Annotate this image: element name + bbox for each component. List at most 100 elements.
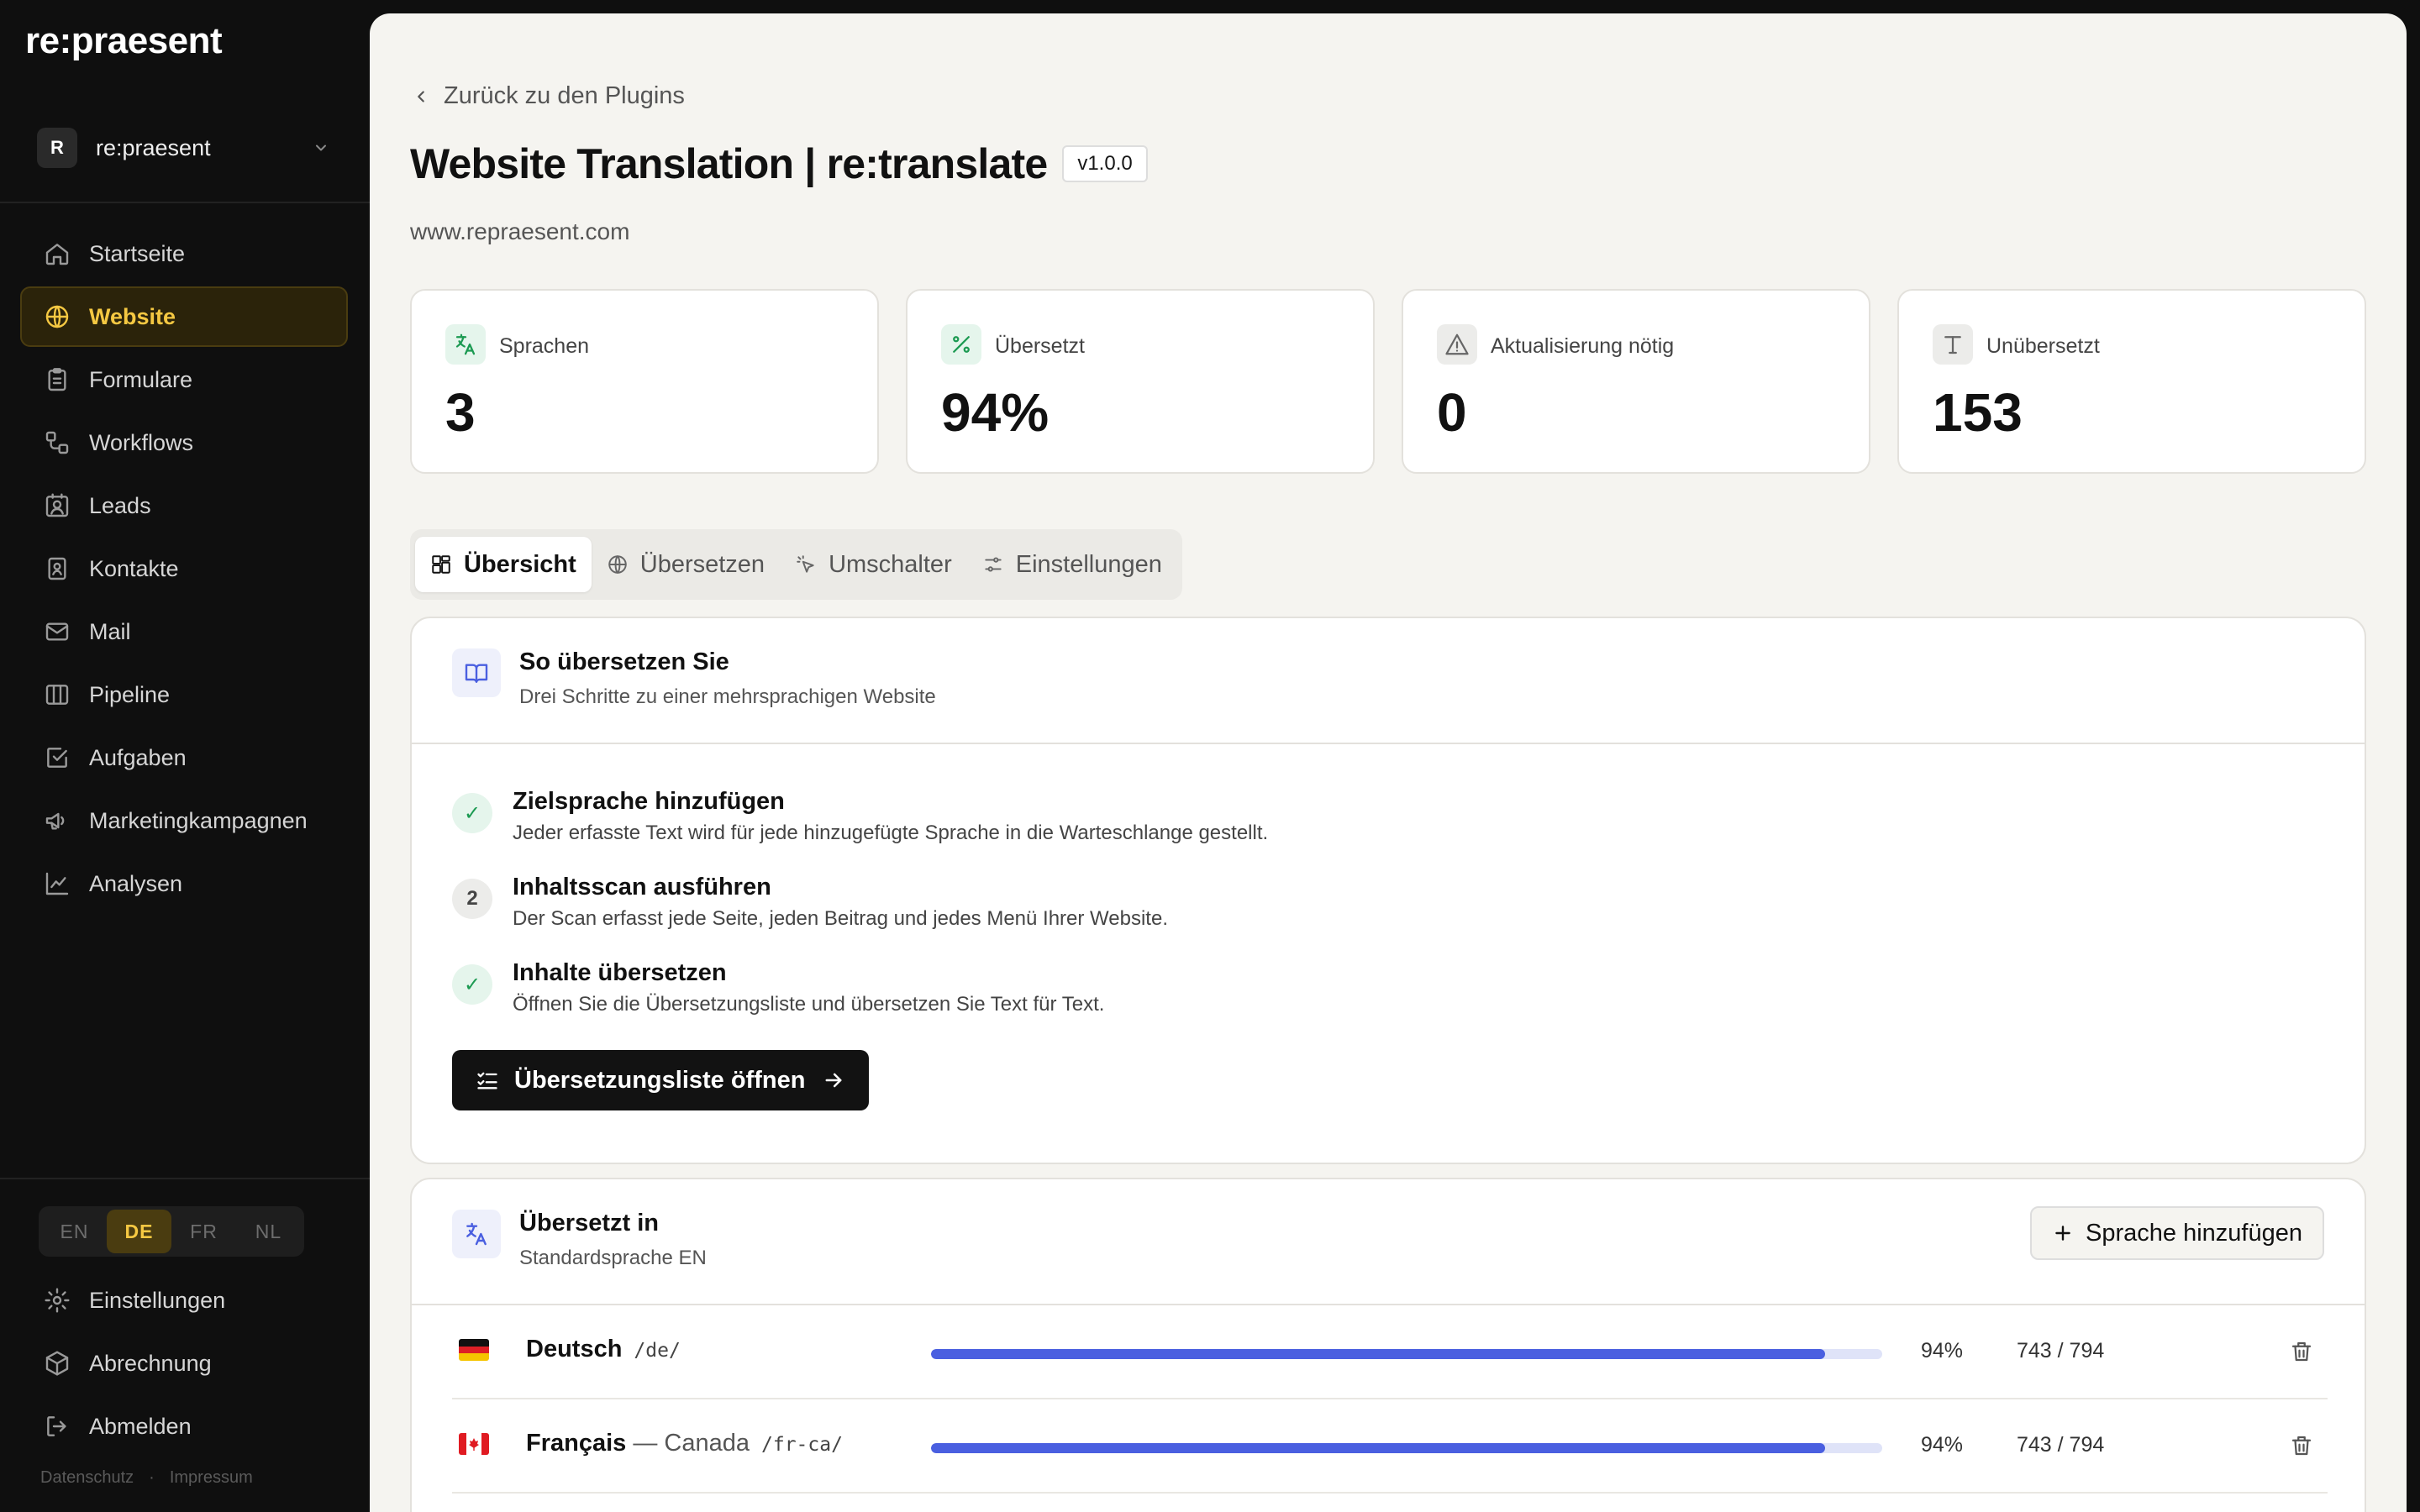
sliders-icon xyxy=(985,557,1002,572)
sidebar-item-workflows[interactable]: Workflows xyxy=(20,412,348,473)
sidebar-item-marketingkampagnen[interactable]: Marketingkampagnen xyxy=(20,790,348,851)
footer-links: Datenschutz · Impressum xyxy=(40,1468,253,1488)
stat-value: 94% xyxy=(941,382,1050,443)
plus-icon xyxy=(2055,1226,2070,1241)
language-row[interactable]: Deutsch/de/94% 743 / 794 xyxy=(452,1305,2328,1399)
main-nav: Startseite Website Formulare Workflows Leads… xyxy=(20,223,348,916)
step-description: Der Scan erfasst jede Seite, jeden Beitr… xyxy=(513,907,1168,930)
tab-übersetzen[interactable]: Übersetzen xyxy=(592,537,780,592)
title-row: Website Translation | re:translate v1.0.… xyxy=(410,139,1148,188)
sidebar-item-label: Mail xyxy=(89,618,131,644)
sidebar-item-abrechnung[interactable]: Abrechnung xyxy=(20,1333,348,1394)
translated-card-header: Übersetzt in Standardsprache EN Sprache … xyxy=(412,1179,2365,1305)
flag-de-icon xyxy=(459,1339,489,1361)
privacy-link[interactable]: Datenschutz xyxy=(40,1468,134,1488)
sidebar-item-formulare[interactable]: Formulare xyxy=(20,349,348,410)
sidebar-item-aufgaben[interactable]: Aufgaben xyxy=(20,727,348,788)
sidebar-item-label: Marketingkampagnen xyxy=(89,807,308,833)
language-name: Français xyxy=(526,1430,627,1457)
sidebar-item-kontakte[interactable]: Kontakte xyxy=(20,538,348,599)
stat-icon-wrap xyxy=(1933,324,1973,365)
stat-label: Aktualisierung nötig xyxy=(1491,334,1675,358)
language-rows: Deutsch/de/94% 743 / 794 Français — Canada… xyxy=(452,1305,2328,1494)
grid-icon xyxy=(432,555,450,574)
sidebar-item-label: Abmelden xyxy=(89,1413,192,1439)
step-number: 2 xyxy=(452,879,492,919)
sidebar-item-label: Workflows xyxy=(89,429,194,455)
sidebar-item-leads[interactable]: Leads xyxy=(20,475,348,536)
checklist-icon xyxy=(477,1072,497,1089)
language-path: /fr-ca/ xyxy=(761,1434,843,1456)
language-option-nl[interactable]: NL xyxy=(236,1210,301,1253)
workspace-name: re:praesent xyxy=(96,134,211,160)
workspace-avatar: R xyxy=(37,128,77,168)
logout-icon xyxy=(47,1416,66,1436)
bottom-nav: Einstellungen Abrechnung Abmelden xyxy=(20,1270,348,1459)
sidebar-item-website[interactable]: Website xyxy=(20,286,348,347)
text-icon xyxy=(1944,336,1961,354)
sidebar-item-abmelden[interactable]: Abmelden xyxy=(20,1396,348,1457)
stat-label: Sprachen xyxy=(499,334,590,358)
language-option-fr[interactable]: FR xyxy=(171,1210,236,1253)
megaphone-icon xyxy=(45,812,65,830)
stat-value: 153 xyxy=(1933,382,2023,443)
step-description: Öffnen Sie die Übersetzungsliste und übe… xyxy=(513,993,1105,1016)
language-name: Deutsch xyxy=(526,1336,623,1362)
tab-einstellungen[interactable]: Einstellungen xyxy=(967,537,1177,592)
language-option-en[interactable]: EN xyxy=(42,1210,107,1253)
stat-card: Aktualisierung nötig 0 xyxy=(1402,289,1870,474)
add-language-button[interactable]: Sprache hinzufügen xyxy=(2030,1206,2324,1260)
progress-percent: 94% xyxy=(1921,1433,1964,1457)
language-name-wrap: Deutsch/de/ xyxy=(526,1336,681,1363)
sidebar-item-einstellungen[interactable]: Einstellungen xyxy=(20,1270,348,1331)
sidebar-item-label: Abrechnung xyxy=(89,1350,212,1376)
sidebar-item-startseite[interactable]: Startseite xyxy=(20,223,348,284)
workspace-switcher[interactable]: R re:praesent xyxy=(24,118,343,178)
stat-label: Übersetzt xyxy=(995,334,1085,358)
stat-icon-wrap xyxy=(445,324,486,365)
pointer-icon xyxy=(797,555,814,573)
trash-icon[interactable] xyxy=(2289,1433,2314,1458)
address-book-icon xyxy=(48,557,66,580)
stat-icon-wrap xyxy=(1437,324,1477,365)
tab-umschalter[interactable]: Umschalter xyxy=(780,537,967,592)
trash-icon[interactable] xyxy=(2289,1339,2314,1364)
language-option-de[interactable]: DE xyxy=(107,1210,171,1253)
translate-icon xyxy=(455,333,476,355)
stat-card: Sprachen 3 xyxy=(410,289,879,474)
language-row[interactable]: Français — Canada/fr-ca/94% 743 / 794 xyxy=(452,1399,2328,1494)
warning-icon xyxy=(1445,333,1469,355)
step-title: Zielsprache hinzufügen xyxy=(513,788,785,815)
translate-icon xyxy=(452,1210,501,1258)
back-label: Zurück zu den Plugins xyxy=(444,82,685,109)
tab-bar: Übersicht Übersetzen Umschalter Einstellung… xyxy=(410,529,1182,600)
flag-ca-icon xyxy=(459,1433,489,1455)
language-region: — Canada xyxy=(626,1430,750,1457)
open-translation-list-button[interactable]: Übersetzungsliste öffnen xyxy=(452,1050,870,1110)
arrow-right-icon xyxy=(825,1073,842,1088)
tab-übersicht[interactable]: Übersicht xyxy=(415,537,592,592)
stat-label: Unübersetzt xyxy=(1986,334,2100,358)
howto-step: ✓ Inhalte übersetzen Öffnen Sie die Überse… xyxy=(452,958,1268,1043)
stat-card: Unübersetzt 153 xyxy=(1897,289,2366,474)
language-path: /de/ xyxy=(634,1340,681,1362)
sidebar-item-pipeline[interactable]: Pipeline xyxy=(20,664,348,725)
sidebar-item-analysen[interactable]: Analysen xyxy=(20,853,348,914)
sidebar-divider xyxy=(0,202,370,203)
howto-subtitle: Drei Schritte zu einer mehrsprachigen We… xyxy=(519,685,936,708)
brand-logo: re:praesent xyxy=(25,20,223,61)
stat-card: Übersetzt 94% xyxy=(906,289,1375,474)
back-link[interactable]: Zurück zu den Plugins xyxy=(412,82,685,110)
globe-icon xyxy=(608,555,627,574)
home-icon xyxy=(45,244,69,265)
chevron-down-icon xyxy=(316,144,326,151)
sidebar-item-label: Kontakte xyxy=(89,555,179,581)
translation-count: 743 / 794 xyxy=(2017,1339,2105,1362)
progress-bar xyxy=(931,1443,1882,1453)
translation-count: 743 / 794 xyxy=(2017,1433,2105,1457)
workflow-icon xyxy=(45,431,69,454)
check-icon: ✓ xyxy=(452,964,492,1005)
stats-row: Sprachen 3 Übersetzt 94% Aktualisierung nöti… xyxy=(410,289,2366,474)
sidebar-item-mail[interactable]: Mail xyxy=(20,601,348,662)
imprint-link[interactable]: Impressum xyxy=(170,1468,253,1488)
